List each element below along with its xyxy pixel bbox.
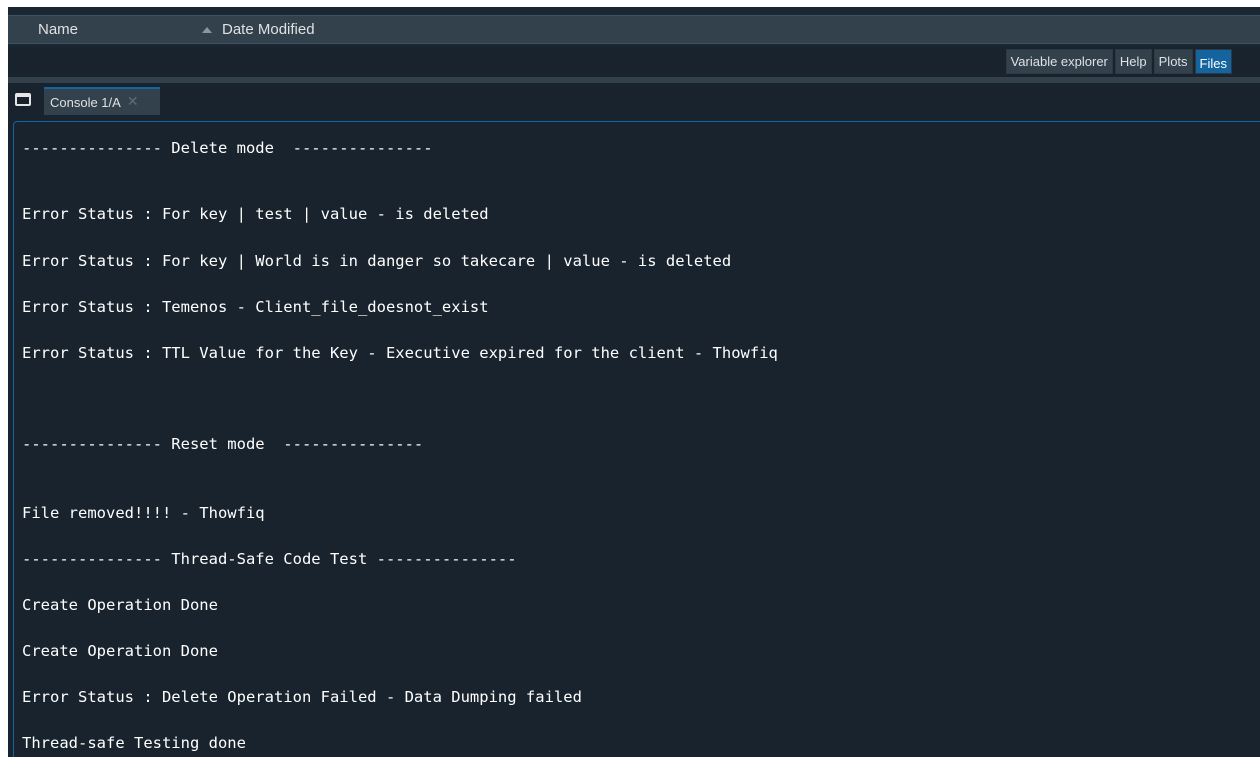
sort-ascending-icon: [202, 27, 212, 33]
console-line: Create Operation Done: [22, 642, 218, 660]
column-header-date-modified[interactable]: Date Modified: [222, 21, 315, 38]
console-line: File removed!!!! - Thowfiq: [22, 504, 265, 522]
column-header-row: Name Date Modified: [8, 15, 1260, 44]
console-line: --------------- Thread-Safe Code Test --…: [22, 550, 517, 568]
console-line: Error Status : TTL Value for the Key - E…: [22, 344, 778, 362]
file-browser-header: Name Date Modified: [8, 7, 1260, 47]
console-line: Error Status : For key | test | value - …: [22, 205, 489, 223]
tab-help[interactable]: Help: [1114, 49, 1152, 74]
column-header-name[interactable]: Name: [38, 21, 78, 38]
close-icon[interactable]: ✕: [127, 94, 139, 110]
tab-files[interactable]: Files: [1194, 49, 1232, 74]
console-tab-label: Console 1/A: [50, 94, 121, 110]
console-line: Error Status : For key | World is in dan…: [22, 252, 732, 270]
window-icon[interactable]: [15, 93, 31, 106]
console-line: Create Operation Done: [22, 596, 218, 614]
console-line: Error Status : Temenos - Client_file_doe…: [22, 298, 489, 316]
tab-console[interactable]: Console 1/A ✕: [44, 87, 160, 115]
console-line: Thread-safe Testing done: [22, 734, 246, 752]
left-edge: [0, 0, 8, 757]
pane-tabs-bar: Variable explorer Help Plots Files: [8, 47, 1260, 77]
console-line: --------------- Reset mode -------------…: [22, 435, 424, 453]
top-edge: [0, 0, 1260, 7]
pane-tabs: Variable explorer Help Plots Files: [1005, 49, 1232, 74]
console-line: --------------- Delete mode ------------…: [22, 139, 433, 157]
console-line: Error Status : Delete Operation Failed -…: [22, 688, 582, 706]
console-output-area[interactable]: --------------- Delete mode ------------…: [13, 121, 1260, 757]
tab-variable-explorer[interactable]: Variable explorer: [1005, 49, 1113, 74]
console-tab-row: Console 1/A ✕: [8, 83, 1260, 119]
spyder-window: Name Date Modified Variable explorer Hel…: [0, 0, 1260, 757]
tab-plots[interactable]: Plots: [1153, 49, 1193, 74]
